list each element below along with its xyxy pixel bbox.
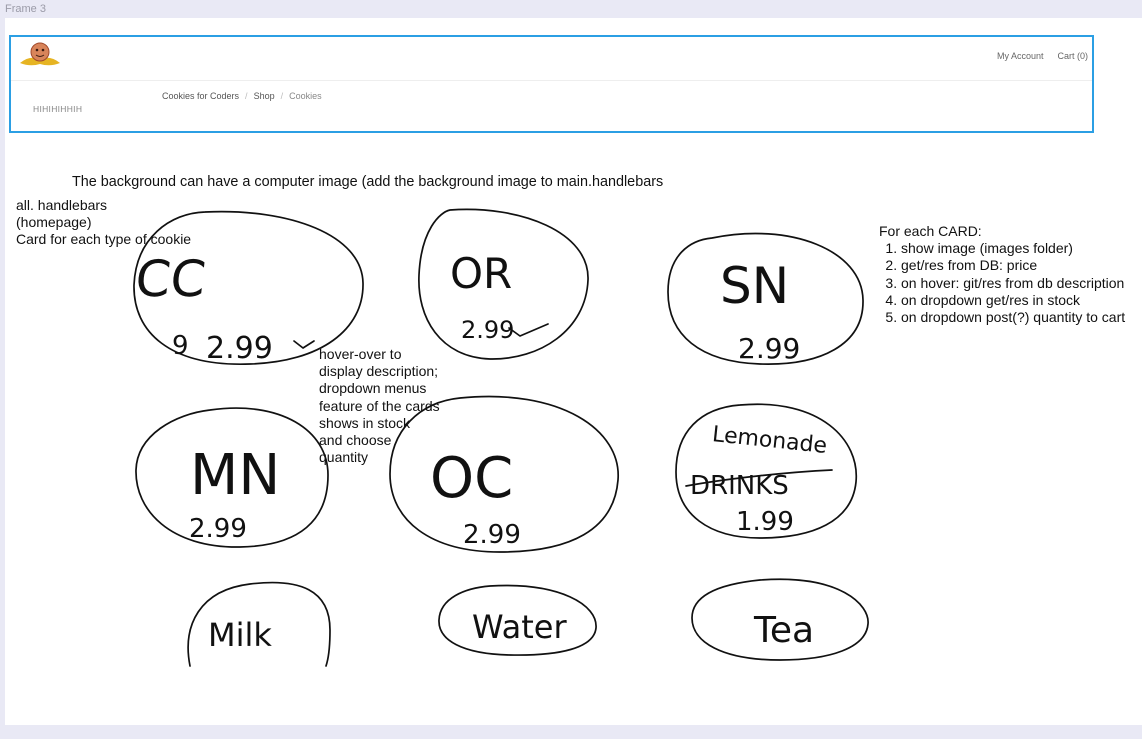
product-card-sn[interactable]: SN 2.99 xyxy=(667,232,864,365)
checkmark-icon xyxy=(293,340,315,349)
card-struck-label: DRINKS xyxy=(690,471,789,501)
product-card-cc[interactable]: CC 9 2.99 xyxy=(133,210,364,366)
card-label: CC xyxy=(133,249,209,308)
card-label: Water xyxy=(472,608,567,646)
product-card-or[interactable]: OR 2.99 xyxy=(418,208,589,360)
checkmark-icon xyxy=(508,323,549,337)
card-label: Lemonade xyxy=(711,422,828,459)
card-extra-mark: 9 xyxy=(172,331,189,361)
card-label: OR xyxy=(450,249,512,298)
card-label: MN xyxy=(190,443,280,508)
card-label: OC xyxy=(430,446,513,511)
hand-drawn-cards: CC 9 2.99 OR 2.99 SN 2.99 MN 2.99 OC 2.9… xyxy=(133,208,869,667)
product-card-milk[interactable]: Milk xyxy=(187,581,331,667)
card-price: 2.99 xyxy=(738,332,800,365)
card-label: Milk xyxy=(208,616,272,654)
card-price: 1.99 xyxy=(736,507,794,537)
card-price: 2.99 xyxy=(463,520,521,550)
card-price: 2.99 xyxy=(206,331,273,366)
card-price: 2.99 xyxy=(189,514,247,544)
card-price: 2.99 xyxy=(461,316,514,344)
product-card-water[interactable]: Water xyxy=(438,584,597,656)
product-card-mn[interactable]: MN 2.99 xyxy=(135,407,329,548)
card-label: SN xyxy=(720,257,789,315)
product-card-lemonade[interactable]: Lemonade DRINKS 1.99 xyxy=(675,403,858,539)
product-card-tea[interactable]: Tea xyxy=(691,578,869,661)
product-card-oc[interactable]: OC 2.99 xyxy=(389,395,619,553)
card-label: Tea xyxy=(753,610,814,651)
